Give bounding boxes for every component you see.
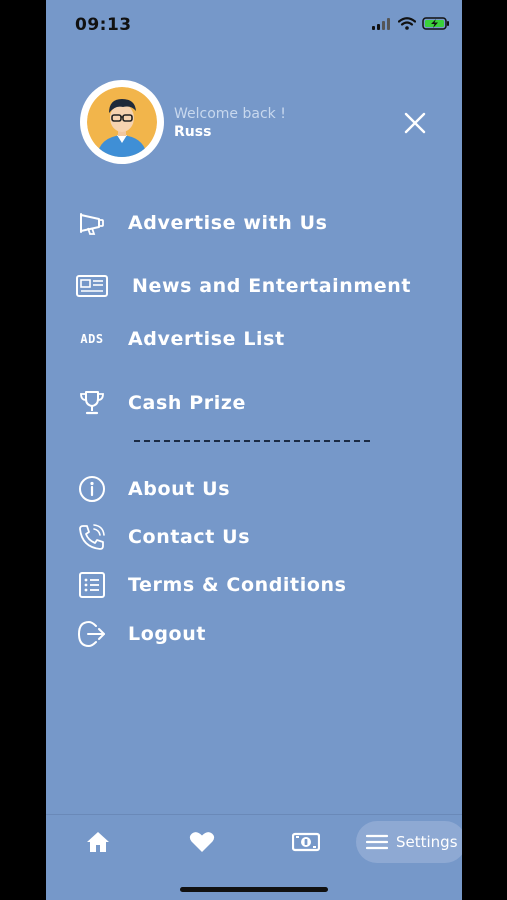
logout-icon (76, 618, 108, 650)
status-icons (372, 17, 450, 30)
menu-label-advertise: Advertise with Us (128, 212, 328, 234)
wifi-icon (398, 17, 416, 30)
status-bar: 09:13 (46, 0, 462, 52)
nav-settings[interactable]: Settings (356, 821, 462, 863)
username: Russ (174, 124, 212, 140)
megaphone-icon (76, 207, 108, 239)
menu-item-logout[interactable]: Logout (76, 617, 206, 651)
close-menu-button[interactable] (404, 112, 426, 134)
profile-header: Welcome back ! Russ (80, 80, 460, 170)
home-icon (87, 832, 109, 852)
nav-home[interactable] (84, 829, 112, 855)
settings-label: Settings (396, 833, 458, 851)
menu-item-cash-prize[interactable]: Cash Prize (76, 386, 246, 420)
menu-item-advertise-list[interactable]: ADS Advertise List (76, 322, 285, 356)
status-time: 09:13 (75, 15, 132, 35)
menu-label-news: News and Entertainment (132, 275, 412, 297)
menu-divider (134, 440, 370, 442)
banknote-icon (292, 832, 320, 852)
menu-item-about[interactable]: About Us (76, 472, 230, 506)
battery-charging-icon (422, 17, 449, 30)
bottom-nav: Settings (46, 814, 462, 900)
heart-icon (189, 832, 215, 852)
avatar (80, 80, 164, 164)
ads-icon: ADS (76, 323, 108, 355)
menu-label-advertise-list: Advertise List (128, 328, 285, 350)
menu-label-terms: Terms & Conditions (128, 574, 347, 596)
user-avatar-icon (87, 87, 157, 157)
nav-cash[interactable] (291, 829, 321, 855)
menu-item-news[interactable]: News and Entertainment (76, 269, 411, 303)
trophy-icon (76, 387, 108, 419)
menu-item-terms[interactable]: Terms & Conditions (76, 568, 347, 602)
menu-label-contact: Contact Us (128, 526, 251, 548)
home-indicator (180, 887, 328, 892)
menu-item-contact[interactable]: Contact Us (76, 520, 250, 554)
signal-icon (372, 17, 390, 30)
app-screen: 09:13 Welcome back ! Russ Advertise with… (46, 0, 462, 900)
menu-label-logout: Logout (128, 623, 207, 645)
newspaper-icon (76, 270, 108, 302)
close-icon (404, 112, 426, 134)
menu-label-about: About Us (128, 478, 231, 500)
welcome-text: Welcome back ! (174, 106, 286, 122)
list-document-icon (76, 569, 108, 601)
nav-favorites[interactable] (188, 829, 216, 855)
phone-call-icon (76, 521, 108, 553)
menu-item-advertise[interactable]: Advertise with Us (76, 206, 328, 240)
info-icon (76, 473, 108, 505)
ads-icon-text: ADS (80, 332, 104, 346)
menu-icon (366, 834, 388, 850)
menu-label-cash-prize: Cash Prize (128, 392, 246, 414)
